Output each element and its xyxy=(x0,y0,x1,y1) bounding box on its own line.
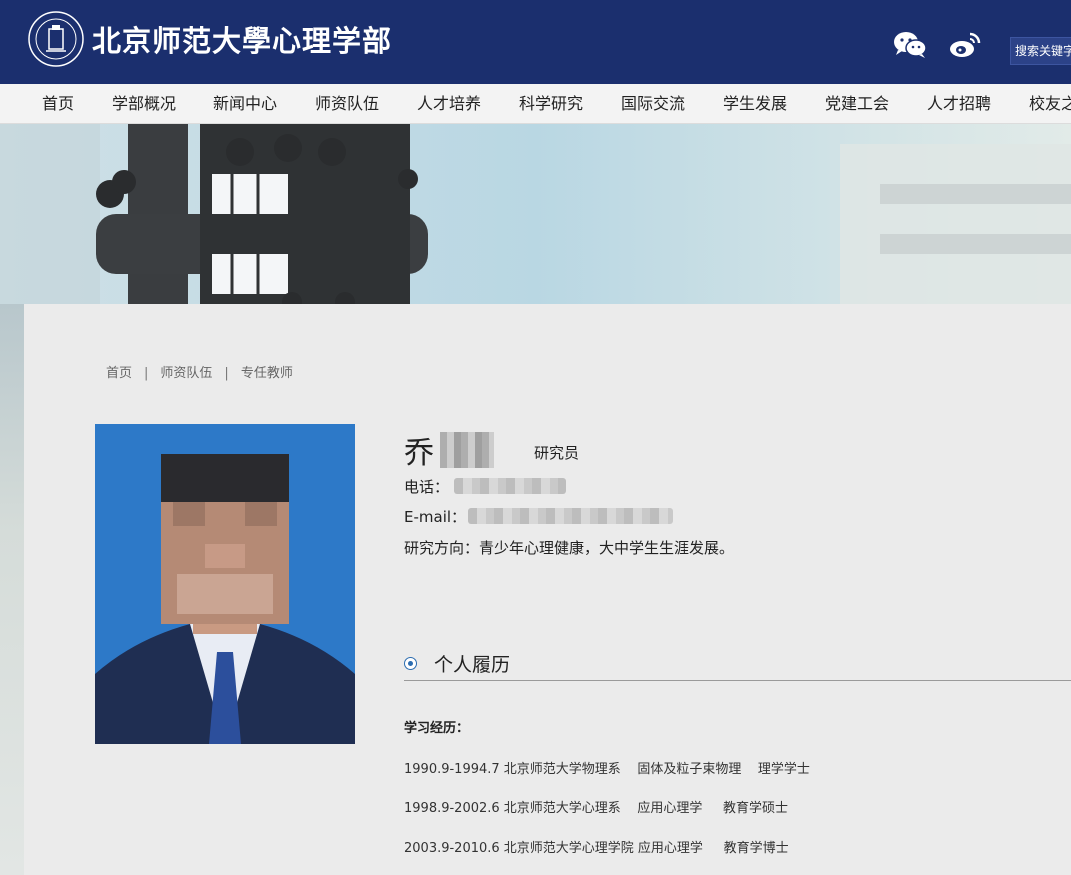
education-row: 1998.9-2002.6 北京师范大学心理系 应用心理学 教育学硕士 xyxy=(404,801,788,816)
nav-item-research[interactable]: 科学研究 xyxy=(519,84,583,123)
search-input[interactable]: 搜索关键字 xyxy=(1010,37,1071,65)
section-bullet[interactable] xyxy=(404,657,417,670)
university-seal-logo[interactable] xyxy=(28,11,84,67)
main-content: 首页 | 师资队伍 | 专任教师 乔 研究员 电话： E-mail： 研究方向：青少年心… xyxy=(24,304,1071,875)
study-experience-label: 学习经历： xyxy=(404,721,470,736)
nav-item-international[interactable]: 国际交流 xyxy=(621,84,685,123)
nav-item-party[interactable]: 党建工会 xyxy=(825,84,889,123)
breadcrumb-separator: | xyxy=(144,366,149,381)
profile-title: 研究员 xyxy=(534,444,580,462)
redacted-name xyxy=(440,432,494,468)
redacted-phone xyxy=(454,478,566,494)
phone-label: 电话： xyxy=(404,478,450,496)
education-row: 1990.9-1994.7 北京师范大学物理系 固体及粒子束物理 理学学士 xyxy=(404,762,810,777)
breadcrumb-faculty[interactable]: 师资队伍 xyxy=(160,366,212,381)
research-label: 研究方向： xyxy=(404,539,480,557)
breadcrumb-fulltime-teachers[interactable]: 专任教师 xyxy=(241,366,293,381)
profile-name: 乔 xyxy=(404,436,434,471)
research-direction: 研究方向：青少年心理健康，大中学生生涯发展。 xyxy=(404,537,734,558)
wechat-icon[interactable] xyxy=(892,30,928,60)
nav-item-alumni[interactable]: 校友之家 xyxy=(1029,84,1071,123)
site-header: 北京师范大學心理学部 搜索关键字 xyxy=(0,0,1071,84)
weibo-icon[interactable] xyxy=(948,30,982,60)
redacted-email xyxy=(468,508,673,524)
research-value: 青少年心理健康，大中学生生涯发展。 xyxy=(479,539,735,557)
breadcrumb: 首页 | 师资队伍 | 专任教师 xyxy=(106,362,293,381)
section-divider xyxy=(404,680,1071,681)
breadcrumb-separator: | xyxy=(224,366,229,381)
background-strip xyxy=(0,304,24,875)
nav-item-education[interactable]: 人才培养 xyxy=(417,84,481,123)
banner-image xyxy=(0,124,1071,304)
breadcrumb-home[interactable]: 首页 xyxy=(106,366,132,381)
site-title[interactable]: 北京师范大學心理学部 xyxy=(92,18,392,60)
nav-item-home[interactable]: 首页 xyxy=(42,84,74,123)
nav-item-recruitment[interactable]: 人才招聘 xyxy=(927,84,991,123)
education-row: 2003.9-2010.6 北京师范大学心理学院 应用心理学 教育学博士 xyxy=(404,841,789,856)
banner-illustration xyxy=(0,124,1071,304)
nav-item-news[interactable]: 新闻中心 xyxy=(213,84,277,123)
nav-item-faculty[interactable]: 师资队伍 xyxy=(315,84,379,123)
nav-item-students[interactable]: 学生发展 xyxy=(723,84,787,123)
section-title-resume: 个人履历 xyxy=(434,654,511,676)
email-label: E-mail： xyxy=(404,508,467,526)
main-nav: 首页 学部概况 新闻中心 师资队伍 人才培养 科学研究 国际交流 学生发展 党建… xyxy=(0,84,1071,124)
profile-photo xyxy=(95,424,355,744)
nav-item-overview[interactable]: 学部概况 xyxy=(112,84,176,123)
